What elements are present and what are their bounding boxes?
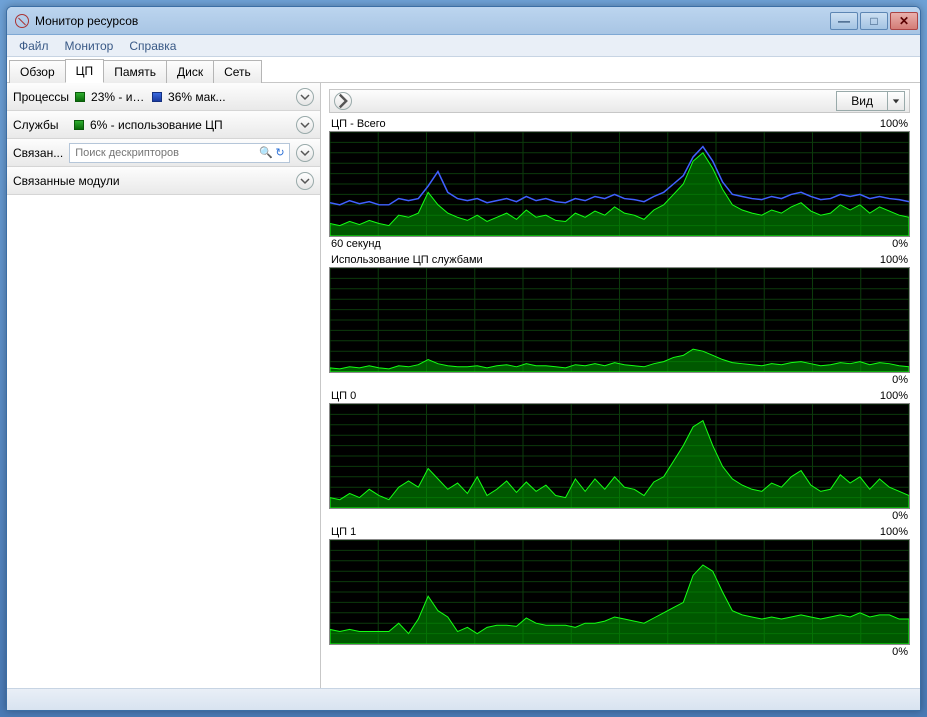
tab-network[interactable]: Сеть [213, 60, 262, 83]
sidebar: Процессы 23% - ис... 36% мак... Службы 6… [7, 83, 321, 688]
menu-help[interactable]: Справка [121, 36, 184, 56]
chart-xlabel: 60 секунд [331, 238, 381, 250]
titlebar[interactable]: Монитор ресурсов — □ ✕ [7, 7, 920, 35]
charts-container: ЦП - Всего 100% 60 секунд 0% Использовани… [329, 117, 910, 682]
panel-handles[interactable]: Связан... 🔍 ↻ [7, 139, 320, 167]
collapse-charts-button[interactable] [334, 92, 352, 110]
expand-processes-button[interactable] [296, 88, 314, 106]
chart-footer: 0% [329, 509, 910, 523]
chart-canvas [329, 267, 910, 373]
refresh-icon[interactable]: ↻ [273, 146, 287, 159]
tab-cpu[interactable]: ЦП [65, 59, 105, 83]
chart-ymin: 0% [892, 510, 908, 522]
statusbar [7, 688, 920, 710]
chart-ymax: 100% [880, 526, 908, 538]
chart-title: Использование ЦП службами [331, 254, 483, 266]
panel-services[interactable]: Службы 6% - использование ЦП [7, 111, 320, 139]
chart-title: ЦП - Всего [331, 118, 386, 130]
expand-handles-button[interactable] [296, 144, 314, 162]
chevron-down-icon [300, 176, 310, 186]
panel-modules[interactable]: Связанные модули [7, 167, 320, 195]
swatch-green-icon [74, 120, 84, 130]
panel-handles-label: Связан... [13, 146, 63, 160]
content: Процессы 23% - ис... 36% мак... Службы 6… [7, 83, 920, 688]
chart-0: ЦП - Всего 100% 60 секунд 0% [329, 117, 910, 251]
app-icon [15, 14, 29, 28]
tab-disk[interactable]: Диск [166, 60, 214, 83]
panel-modules-label: Связанные модули [13, 174, 290, 188]
search-wrapper: 🔍 ↻ [69, 143, 290, 163]
chart-title: ЦП 0 [331, 390, 356, 402]
chart-title-row: ЦП 1 100% [329, 525, 910, 539]
chart-3: ЦП 1 100% 0% [329, 525, 910, 659]
chart-title-row: Использование ЦП службами 100% [329, 253, 910, 267]
tabs: Обзор ЦП Память Диск Сеть [7, 57, 920, 83]
chevron-down-icon [300, 148, 310, 158]
triangle-down-icon [892, 97, 900, 105]
window: Монитор ресурсов — □ ✕ Файл Монитор Спра… [6, 6, 921, 711]
chart-ymin: 0% [892, 646, 908, 658]
view-button[interactable]: Вид [836, 91, 905, 111]
chart-ymin: 0% [892, 238, 908, 250]
panel-services-label: Службы [13, 118, 68, 132]
charts-header: Вид [329, 89, 910, 113]
minimize-button[interactable]: — [830, 12, 858, 30]
panel-processes-label: Процессы [13, 90, 69, 104]
chart-canvas [329, 131, 910, 237]
processes-usage: 23% - ис... [91, 90, 146, 104]
swatch-green-icon [75, 92, 85, 102]
chart-title: ЦП 1 [331, 526, 356, 538]
search-input[interactable] [72, 147, 259, 159]
panel-processes[interactable]: Процессы 23% - ис... 36% мак... [7, 83, 320, 111]
chart-canvas [329, 403, 910, 509]
chart-title-row: ЦП - Всего 100% [329, 117, 910, 131]
tab-memory[interactable]: Память [103, 60, 167, 83]
close-button[interactable]: ✕ [890, 12, 918, 30]
view-dropdown-arrow[interactable] [888, 92, 904, 110]
menubar: Файл Монитор Справка [7, 35, 920, 57]
window-title: Монитор ресурсов [35, 14, 828, 28]
chart-ymax: 100% [880, 390, 908, 402]
chart-footer: 0% [329, 645, 910, 659]
view-button-label: Вид [837, 92, 888, 110]
chart-ymin: 0% [892, 374, 908, 386]
chart-title-row: ЦП 0 100% [329, 389, 910, 403]
expand-services-button[interactable] [296, 116, 314, 134]
services-usage: 6% - использование ЦП [90, 118, 223, 132]
expand-modules-button[interactable] [296, 172, 314, 190]
menu-file[interactable]: Файл [11, 36, 57, 56]
chevron-down-icon [300, 92, 310, 102]
chart-ymax: 100% [880, 118, 908, 130]
chart-2: ЦП 0 100% 0% [329, 389, 910, 523]
processes-max: 36% мак... [168, 90, 226, 104]
menu-monitor[interactable]: Монитор [57, 36, 122, 56]
chart-1: Использование ЦП службами 100% 0% [329, 253, 910, 387]
chart-ymax: 100% [880, 254, 908, 266]
chevron-right-icon [335, 93, 351, 109]
chart-canvas [329, 539, 910, 645]
chart-footer: 60 секунд 0% [329, 237, 910, 251]
maximize-button[interactable]: □ [860, 12, 888, 30]
tab-overview[interactable]: Обзор [9, 60, 66, 83]
main-panel: Вид ЦП - Всего 100% 60 секунд 0% Использо… [321, 83, 920, 688]
swatch-blue-icon [152, 92, 162, 102]
search-icon[interactable]: 🔍 [259, 146, 273, 159]
chevron-down-icon [300, 120, 310, 130]
chart-footer: 0% [329, 373, 910, 387]
